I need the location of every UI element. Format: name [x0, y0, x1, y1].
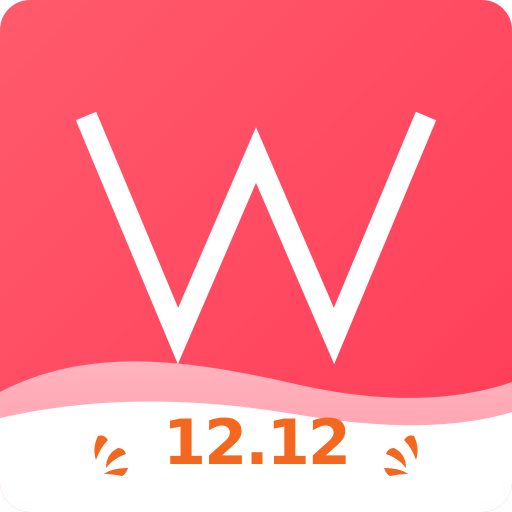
promo-date-label: 12.12	[162, 406, 351, 479]
app-icon[interactable]: 12.12	[0, 0, 512, 512]
